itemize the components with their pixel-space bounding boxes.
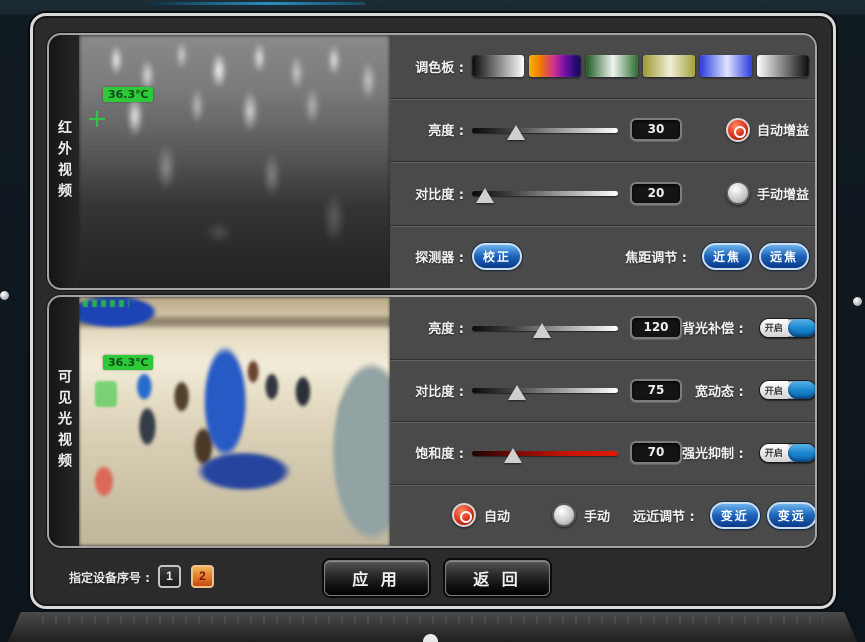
vis-brightness-row: 亮度 : 120 背光补偿 : 开启 [390, 297, 817, 359]
hlc-label: 强光抑制 : [682, 443, 744, 462]
apply-button[interactable]: 应 用 [324, 560, 429, 596]
vis-mode-row: 自动 手动 远近调节 : 变近 变远 [390, 484, 817, 547]
temperature-badge: 36.3℃ [103, 87, 153, 102]
back-button[interactable]: 返 回 [445, 560, 550, 596]
auto-gain-label: 自动增益 [757, 120, 809, 139]
visible-controls: 亮度 : 120 背光补偿 : 开启 对比度 : [390, 297, 817, 546]
visible-section: 可见光视频 36.3℃ 亮度 : 120 [47, 295, 817, 548]
vis-contrast-value[interactable]: 75 [630, 379, 682, 402]
vis-contrast-slider[interactable] [472, 378, 618, 402]
vis-saturation-row: 饱和度 : 70 强光抑制 : 开启 [390, 421, 817, 484]
toggle-knob [788, 381, 816, 399]
focus-adjust-label: 焦距调节 : [625, 247, 687, 266]
visible-title-text: 可见光视频 [54, 369, 74, 474]
calibrate-button[interactable]: 校正 [472, 243, 522, 270]
visible-section-title: 可见光视频 [49, 297, 79, 546]
ir-contrast-thumb[interactable] [476, 188, 494, 203]
bezel-dot-right [853, 297, 862, 306]
bezel-dot-left [0, 291, 9, 300]
temperature-badge: 36.3℃ [103, 355, 153, 370]
auto-gain-radio[interactable] [726, 118, 750, 142]
detection-highlight [95, 381, 117, 407]
ir-contrast-value[interactable]: 20 [630, 182, 682, 205]
palette-row: 调色板 : [390, 35, 817, 98]
manual-gain-label: 手动增益 [757, 184, 809, 203]
infrared-scene [79, 35, 390, 288]
auto-mode-radio[interactable] [452, 503, 476, 527]
palette-swatch-olive[interactable] [643, 55, 695, 77]
osd-overlay [83, 300, 129, 307]
wdr-toggle[interactable]: 开启 [759, 380, 817, 400]
vis-saturation-thumb[interactable] [504, 448, 522, 463]
zoom-near-button[interactable]: 变近 [710, 502, 760, 529]
backlight-label: 背光补偿 : [682, 318, 744, 337]
vis-contrast-row: 对比度 : 75 宽动态 : 开启 [390, 359, 817, 422]
zoom-far-button[interactable]: 变远 [767, 502, 817, 529]
vis-contrast-track[interactable] [472, 388, 618, 393]
vis-contrast-label: 对比度 : [398, 381, 464, 400]
toggle-knob [788, 319, 816, 337]
detector-row: 探测器 : 校正 焦距调节 : 近焦 远焦 [390, 225, 817, 289]
vis-saturation-label: 饱和度 : [398, 443, 464, 462]
vis-contrast-thumb[interactable] [508, 385, 526, 400]
ir-brightness-row: 亮度 : 30 自动增益 [390, 98, 817, 162]
temperature-crosshair-icon [89, 111, 105, 127]
monitor-mockup: 红外视频 36.3℃ 调色板 : [0, 0, 865, 642]
top-accent-line [150, 2, 365, 5]
palette-swatch-iron[interactable] [529, 55, 581, 77]
palette-swatch-blue[interactable] [700, 55, 752, 77]
detector-label: 探测器 : [398, 247, 464, 266]
app-window: 红外视频 36.3℃ 调色板 : [30, 13, 836, 609]
manual-gain-radio[interactable] [726, 181, 750, 205]
infrared-controls: 调色板 : 亮度 : 30 [390, 35, 817, 288]
toggle-knob [788, 444, 816, 462]
visible-scene [79, 297, 390, 546]
near-focus-button[interactable]: 近焦 [702, 243, 752, 270]
power-notch [423, 634, 438, 642]
vis-brightness-slider[interactable] [472, 316, 618, 340]
infrared-title-text: 红外视频 [54, 120, 74, 204]
infrared-section-title: 红外视频 [49, 35, 79, 288]
vis-saturation-value[interactable]: 70 [630, 441, 682, 464]
ir-contrast-slider[interactable] [472, 181, 618, 205]
ir-contrast-row: 对比度 : 20 手动增益 [390, 161, 817, 225]
vis-brightness-thumb[interactable] [533, 323, 551, 338]
device-1-button[interactable]: 1 [158, 565, 181, 588]
visible-video-feed[interactable]: 36.3℃ [79, 297, 390, 546]
ir-brightness-track[interactable] [472, 128, 618, 133]
vis-saturation-track[interactable] [472, 451, 618, 456]
device-number-label: 指定设备序号 : [69, 569, 150, 586]
zoom-adjust-label: 远近调节 : [633, 506, 695, 525]
palette-swatch-green[interactable] [586, 55, 638, 77]
ir-brightness-slider[interactable] [472, 118, 618, 142]
vis-brightness-value[interactable]: 120 [630, 316, 682, 339]
vis-brightness-label: 亮度 : [398, 318, 464, 337]
ir-contrast-label: 对比度 : [398, 184, 464, 203]
auto-mode-label: 自动 [484, 506, 510, 525]
palette-swatch-black-hot[interactable] [757, 55, 809, 77]
far-focus-button[interactable]: 远焦 [759, 243, 809, 270]
ir-brightness-label: 亮度 : [398, 120, 464, 139]
ir-brightness-thumb[interactable] [507, 125, 525, 140]
vis-saturation-slider[interactable] [472, 441, 618, 465]
palette-swatches [472, 55, 809, 77]
manual-mode-radio[interactable] [552, 503, 576, 527]
palette-label: 调色板 : [398, 57, 464, 76]
infrared-video-feed[interactable]: 36.3℃ [79, 35, 390, 288]
wdr-label: 宽动态 : [695, 381, 744, 400]
ir-brightness-value[interactable]: 30 [630, 118, 682, 141]
manual-mode-label: 手动 [584, 506, 610, 525]
palette-swatch-white-hot[interactable] [472, 55, 524, 77]
device-2-button[interactable]: 2 [191, 565, 214, 588]
hlc-toggle[interactable]: 开启 [759, 443, 817, 463]
backlight-toggle[interactable]: 开启 [759, 318, 817, 338]
infrared-section: 红外视频 36.3℃ 调色板 : [47, 33, 817, 290]
